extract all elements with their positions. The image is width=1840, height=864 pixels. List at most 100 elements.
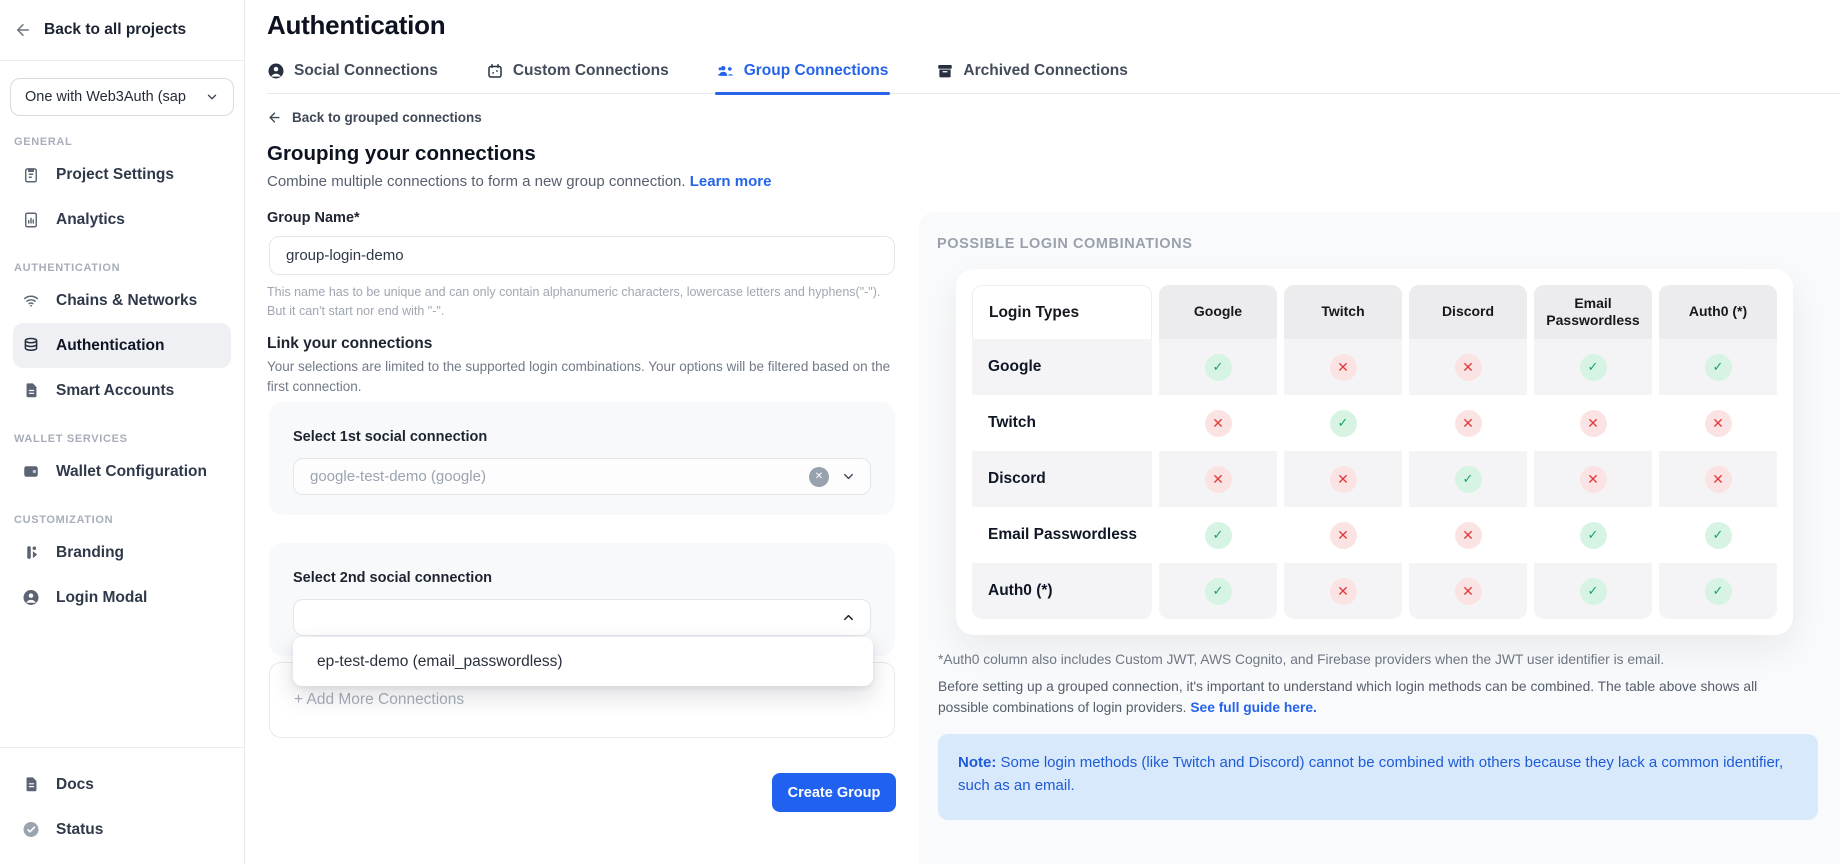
grouping-heading: Grouping your connections [267, 142, 536, 166]
x-icon: ✕ [1580, 466, 1607, 493]
full-guide-link[interactable]: See full guide here. [1190, 700, 1317, 715]
x-icon: ✕ [1705, 410, 1732, 437]
second-connection-select[interactable] [293, 599, 871, 636]
dropdown-option-ep-test-demo[interactable]: ep-test-demo (email_passwordless) [317, 653, 563, 671]
sidebar-section-label: AUTHENTICATION [14, 262, 244, 274]
grouping-subtitle: Combine multiple connections to form a n… [267, 173, 771, 190]
x-icon: ✕ [1455, 522, 1482, 549]
sidebar-item-label: Login Modal [56, 589, 147, 607]
tab-social-connections[interactable]: Social Connections [267, 52, 438, 93]
sidebar-item-login-modal[interactable]: Login Modal [13, 575, 231, 620]
sidebar-item-chains-networks[interactable]: Chains & Networks [13, 278, 231, 323]
table-cell: ✕ [1284, 507, 1402, 563]
table-cell: ✕ [1159, 395, 1277, 451]
group-name-help: This name has to be unique and can only … [267, 283, 880, 322]
app-root: Back to all projects One with Web3Auth (… [0, 0, 1840, 864]
group-name-input[interactable] [269, 236, 895, 275]
project-selector[interactable]: One with Web3Auth (sap [10, 78, 234, 116]
back-to-projects-label: Back to all projects [44, 21, 186, 39]
table-row-label: Auth0 (*) [972, 563, 1152, 619]
table-cell: ✓ [1659, 507, 1777, 563]
sidebar-item-analytics[interactable]: Analytics [13, 197, 231, 242]
group-people-icon [717, 62, 735, 80]
first-connection-card: Select 1st social connection google-test… [269, 402, 895, 515]
tab-group-connections[interactable]: Group Connections [717, 52, 889, 93]
table-cell: ✕ [1659, 395, 1777, 451]
table-cell: ✓ [1534, 339, 1652, 395]
learn-more-link[interactable]: Learn more [690, 173, 772, 190]
table-header-email-passwordless: Email Passwordless [1534, 285, 1652, 339]
sidebar-item-docs[interactable]: Docs [13, 762, 231, 807]
active-tab-underline [715, 92, 891, 95]
back-to-grouped-connections-link[interactable]: Back to grouped connections [267, 110, 482, 125]
check-icon: ✓ [1205, 522, 1232, 549]
sidebar-footer-items: Docs Status [0, 762, 244, 864]
table-cell: ✓ [1534, 507, 1652, 563]
guide-text: Before setting up a grouped connection, … [938, 679, 1757, 715]
sidebar-section-label: GENERAL [14, 136, 244, 148]
sidebar-item-label: Analytics [56, 211, 125, 229]
sidebar-item-status[interactable]: Status [13, 807, 231, 852]
check-icon: ✓ [1205, 578, 1232, 605]
sidebar-item-wallet-configuration[interactable]: Wallet Configuration [13, 449, 231, 494]
wifi-icon [22, 292, 40, 310]
sidebar-item-label: Smart Accounts [56, 382, 174, 400]
table-cell: ✕ [1284, 451, 1402, 507]
check-icon: ✓ [1705, 354, 1732, 381]
tab-label: Custom Connections [513, 62, 669, 80]
add-more-connections-button[interactable]: + Add More Connections [294, 691, 464, 709]
bar-chart-icon [22, 211, 40, 229]
second-select-icons [841, 610, 856, 625]
first-select-icons: ✕ [809, 467, 856, 487]
x-icon: ✕ [1330, 354, 1357, 381]
back-arrow-icon [14, 21, 32, 39]
table-cell: ✓ [1409, 451, 1527, 507]
sidebar-item-authentication[interactable]: Authentication [13, 323, 231, 368]
doc-icon [22, 776, 40, 794]
sidebar-item-smart-accounts[interactable]: Smart Accounts [13, 368, 231, 413]
sidebar-item-label: Project Settings [56, 166, 174, 184]
chevron-up-icon [841, 610, 856, 625]
table-cell: ✕ [1409, 563, 1527, 619]
combinations-table-card: Login TypesGoogleTwitchDiscordEmail Pass… [956, 269, 1793, 635]
back-to-grouped-connections-label: Back to grouped connections [292, 110, 482, 125]
check-icon: ✓ [1205, 354, 1232, 381]
clear-selection-icon[interactable]: ✕ [809, 467, 829, 487]
sidebar-item-label: Branding [56, 544, 124, 562]
table-header-login-types: Login Types [972, 285, 1152, 339]
back-to-projects-link[interactable]: Back to all projects [0, 0, 244, 60]
create-group-button[interactable]: Create Group [772, 773, 896, 812]
table-cell: ✓ [1284, 395, 1402, 451]
x-icon: ✕ [1580, 410, 1607, 437]
table-cell: ✓ [1159, 563, 1277, 619]
tab-archived-connections[interactable]: Archived Connections [936, 52, 1128, 93]
check-icon: ✓ [1705, 522, 1732, 549]
clipboard-icon [22, 166, 40, 184]
chevron-down-icon [841, 469, 856, 484]
table-cell: ✕ [1409, 395, 1527, 451]
table-cell: ✕ [1534, 451, 1652, 507]
link-connections-heading: Link your connections [267, 335, 432, 353]
link-connections-description: Your selections are limited to the suppo… [267, 357, 907, 398]
sidebar-item-branding[interactable]: Branding [13, 530, 231, 575]
sidebar-item-label: Chains & Networks [56, 292, 197, 310]
sidebar-divider [0, 60, 244, 61]
tab-label: Social Connections [294, 62, 438, 80]
sidebar-item-project-settings[interactable]: Project Settings [13, 152, 231, 197]
user-avatar-icon [267, 62, 285, 80]
first-connection-select-value: google-test-demo (google) [310, 468, 809, 485]
x-icon: ✕ [1455, 410, 1482, 437]
note-label: Note: [958, 754, 996, 771]
sidebar-item-label: Docs [56, 776, 94, 794]
table-cell: ✓ [1659, 339, 1777, 395]
sidebar-item-label: Authentication [56, 337, 165, 355]
wallet-icon [22, 463, 40, 481]
page-title: Authentication [267, 10, 445, 41]
sidebar-section-label: CUSTOMIZATION [14, 514, 244, 526]
table-cell: ✕ [1659, 451, 1777, 507]
tab-custom-connections[interactable]: Custom Connections [486, 52, 669, 93]
check-icon: ✓ [1705, 578, 1732, 605]
combinations-table: Login TypesGoogleTwitchDiscordEmail Pass… [972, 285, 1777, 619]
first-connection-select[interactable]: google-test-demo (google) ✕ [293, 458, 871, 495]
check-icon: ✓ [1580, 578, 1607, 605]
